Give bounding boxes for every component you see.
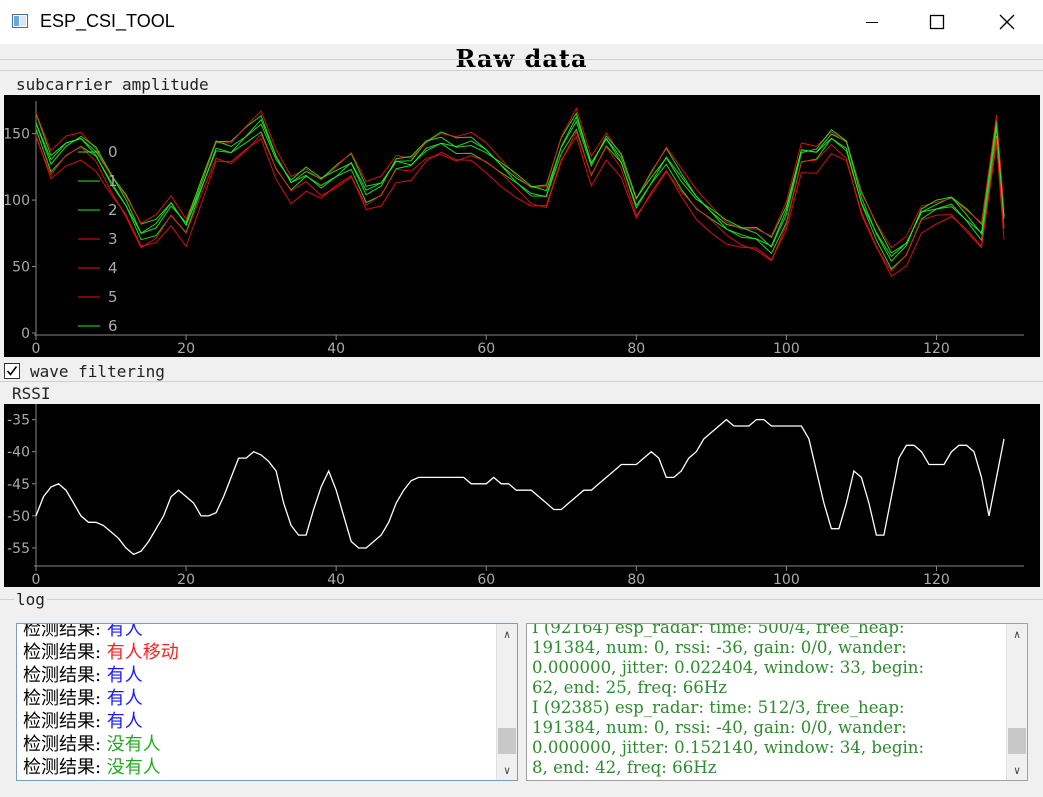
radar-log-line: 191384, num: 0, rssi: -40, gain: 0/0, wa… — [532, 718, 907, 737]
legend-label-3: 3 — [108, 230, 118, 248]
wave-filtering-label: wave filtering — [30, 361, 165, 381]
scrollbar[interactable]: ∧ ∨ — [496, 624, 517, 780]
log-entry-label: 检测结果: — [23, 757, 107, 778]
y-tick-label: -40 — [7, 445, 30, 461]
separator — [0, 70, 1043, 71]
log-entry-value: 有人 — [106, 688, 143, 709]
x-tick-label: 80 — [627, 572, 645, 587]
log-entry-label: 检测结果: — [23, 623, 107, 640]
y-tick-label: -45 — [7, 477, 30, 493]
x-tick-label: 100 — [773, 341, 800, 357]
scrollbar[interactable]: ∧ ∨ — [1006, 624, 1027, 780]
log-entry-value: 有人 — [106, 711, 143, 732]
radar-log-line: 8, end: 42, freq: 66Hz — [532, 758, 717, 777]
log-entry-value: 有人 — [106, 665, 143, 686]
log-entry-value: 有人 — [106, 623, 143, 640]
detection-log-panel[interactable]: 检测结果: 有人 检测结果: 有人移动 检测结果: 有人 检测结果: 有人 检测结果: … — [16, 623, 518, 781]
log-entry-label: 检测结果: — [23, 688, 107, 709]
rssi-series — [35, 418, 1005, 556]
close-button[interactable] — [972, 0, 1042, 44]
separator — [0, 381, 1043, 382]
radar-log-panel[interactable]: I (92164) esp_radar: time: 500/4, free_h… — [526, 623, 1028, 781]
log-group-label: log — [14, 590, 47, 609]
minimize-icon — [866, 22, 878, 23]
amplitude-group-label: subcarrier amplitude — [14, 75, 211, 94]
checkbox[interactable] — [4, 363, 20, 379]
scroll-thumb[interactable] — [498, 728, 516, 754]
app-icon — [12, 13, 28, 29]
amplitude-plot[interactable]: 0 50 100 150 0 20 40 60 80 100 120 0 1 2 3 4 5 6 — [3, 95, 1040, 357]
x-tick-label: 80 — [627, 341, 645, 357]
x-tick-label: 60 — [477, 572, 495, 587]
separator — [0, 59, 1043, 60]
y-tick-label: 0 — [21, 326, 30, 342]
x-tick-label: 60 — [477, 341, 495, 357]
legend-label-1: 1 — [108, 172, 118, 190]
x-tick-label: 120 — [923, 341, 950, 357]
legend-label-2: 2 — [108, 201, 118, 219]
log-entry-label: 检测结果: — [23, 711, 107, 732]
scroll-down-icon[interactable]: ∨ — [497, 760, 517, 780]
x-tick-label: 40 — [327, 341, 345, 357]
scroll-up-icon[interactable]: ∧ — [497, 624, 517, 644]
amplitude-series-3 — [35, 130, 1005, 272]
legend-label-5: 5 — [108, 288, 118, 306]
log-entry-label: 检测结果: — [23, 642, 107, 663]
maximize-button[interactable] — [902, 0, 972, 44]
radar-log-line: 191384, num: 0, rssi: -36, gain: 0/0, wa… — [532, 638, 907, 657]
log-entry: 检测结果: 有人 — [23, 687, 179, 710]
rssi-chart: -35 -40 -45 -50 -550 20 40 60 80 100 120 — [7, 404, 1024, 588]
y-tick-label: 100 — [4, 193, 30, 209]
rssi-group-label: RSSI — [10, 384, 53, 403]
x-tick-label: 120 — [923, 572, 950, 587]
log-entry-value: 有人移动 — [106, 642, 179, 663]
detection-log-list: 检测结果: 有人 检测结果: 有人移动 检测结果: 有人 检测结果: 有人 检测结果: … — [23, 623, 179, 779]
log-entry: 检测结果: 有人 — [23, 623, 179, 641]
y-tick-label: -35 — [7, 413, 30, 429]
scroll-thumb[interactable] — [1008, 728, 1026, 754]
radar-log-line: 62, end: 25, freq: 66Hz — [532, 678, 728, 697]
radar-log-line: I (92385) esp_radar: time: 512/3, free_h… — [532, 698, 905, 717]
log-entry: 检测结果: 没有人 — [23, 756, 179, 779]
log-entry: 检测结果: 有人移动 — [23, 641, 179, 664]
x-tick-label: 40 — [327, 572, 345, 587]
y-tick-label: 50 — [12, 260, 30, 276]
scroll-up-icon[interactable]: ∧ — [1007, 624, 1027, 644]
y-tick-label: 150 — [4, 127, 30, 143]
checkmark-icon — [6, 366, 18, 376]
amplitude-chart: 0 50 100 150 0 20 40 60 80 100 120 0 1 2 3 4 5 6 — [3, 101, 1024, 357]
log-entry-value: 没有人 — [106, 757, 161, 778]
x-tick-label: 20 — [177, 572, 195, 587]
log-entry-label: 检测结果: — [23, 734, 107, 755]
x-tick-label: 0 — [32, 341, 41, 357]
legend-label-4: 4 — [108, 259, 118, 277]
log-entry-value: 没有人 — [106, 734, 161, 755]
title-bar: ESP_CSI_TOOL — [0, 0, 1043, 44]
y-tick-label: -55 — [7, 541, 30, 557]
window-title: ESP_CSI_TOOL — [40, 11, 175, 31]
rssi-plot[interactable]: -35 -40 -45 -50 -55 0 20 40 60 80 100 120 — [4, 404, 1040, 588]
minimize-button[interactable] — [837, 0, 907, 44]
legend-label-0: 0 — [108, 143, 118, 161]
log-entry: 检测结果: 有人 — [23, 710, 179, 733]
scroll-down-icon[interactable]: ∨ — [1007, 760, 1027, 780]
radar-log-line: 0.000000, jitter: 0.022404, window: 33, … — [532, 658, 925, 677]
maximize-icon — [929, 14, 945, 30]
close-icon — [999, 14, 1015, 30]
x-tick-label: 100 — [773, 572, 800, 587]
y-tick-label: -50 — [7, 509, 30, 525]
log-entry-label: 检测结果: — [23, 665, 107, 686]
radar-log-text: I (92164) esp_radar: time: 500/4, free_h… — [532, 623, 1005, 778]
x-tick-label: 20 — [177, 341, 195, 357]
separator — [0, 599, 1043, 600]
x-tick-label: 0 — [32, 572, 41, 587]
wave-filtering-toggle[interactable]: wave filtering — [4, 360, 165, 382]
legend-label-6: 6 — [108, 317, 118, 335]
radar-log-line: 0.000000, jitter: 0.152140, window: 34, … — [532, 738, 925, 757]
log-entry: 检测结果: 没有人 — [23, 733, 179, 756]
log-entry: 检测结果: 有人 — [23, 664, 179, 687]
radar-log-line: I (92164) esp_radar: time: 500/4, free_h… — [532, 623, 905, 637]
amplitude-series-2 — [35, 128, 1005, 270]
